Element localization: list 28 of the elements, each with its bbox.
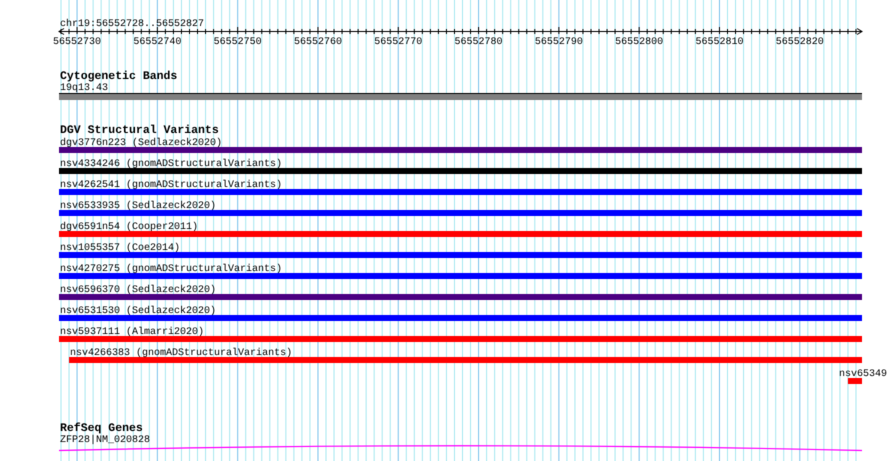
- region-label: chr19:56552728..56552827: [60, 19, 204, 30]
- tick-label: 56552740: [133, 37, 182, 48]
- feature-label: nsv4262541 (gnomADStructuralVariants): [60, 180, 282, 191]
- tick-label: 56552780: [454, 37, 503, 48]
- feature-label: nsv6533935 (Sedlazeck2020): [60, 201, 216, 212]
- feature-label: nsv65349: [838, 369, 887, 380]
- feature-label: nsv5937111 (Almarri2020): [60, 327, 204, 338]
- track-title: RefSeq Genes: [60, 422, 143, 435]
- feature-label: dgv6591n54 (Cooper2011): [60, 222, 198, 233]
- tick-label: 56552760: [294, 37, 342, 48]
- tick-label: 56552730: [53, 37, 102, 48]
- feature-label: nsv4334246 (gnomADStructuralVariants): [60, 159, 282, 170]
- feature-label: ZFP28|NM_020828: [60, 435, 150, 446]
- feature-label: nsv6531530 (Sedlazeck2020): [60, 306, 216, 317]
- tick-label: 56552800: [615, 37, 664, 48]
- feature-label: nsv1055357 (Coe2014): [60, 243, 180, 254]
- tick-label: 56552750: [214, 37, 262, 48]
- tick-label: 56552820: [776, 37, 824, 48]
- track-title: Cytogenetic Bands: [60, 70, 178, 83]
- tick-label: 56552770: [374, 37, 422, 48]
- feature-label: nsv4270275 (gnomADStructuralVariants): [60, 264, 282, 275]
- feature-label: nsv4266383 (gnomADStructuralVariants): [70, 348, 292, 359]
- tick-label: 56552790: [534, 37, 583, 48]
- tick-label: 56552810: [695, 37, 744, 48]
- feature-label: nsv6596370 (Sedlazeck2020): [60, 285, 216, 296]
- feature-label: 19q13.43: [60, 83, 108, 94]
- feature-label: dgv3776n223 (Sedlazeck2020): [60, 138, 222, 149]
- track-title: DGV Structural Variants: [60, 124, 219, 137]
